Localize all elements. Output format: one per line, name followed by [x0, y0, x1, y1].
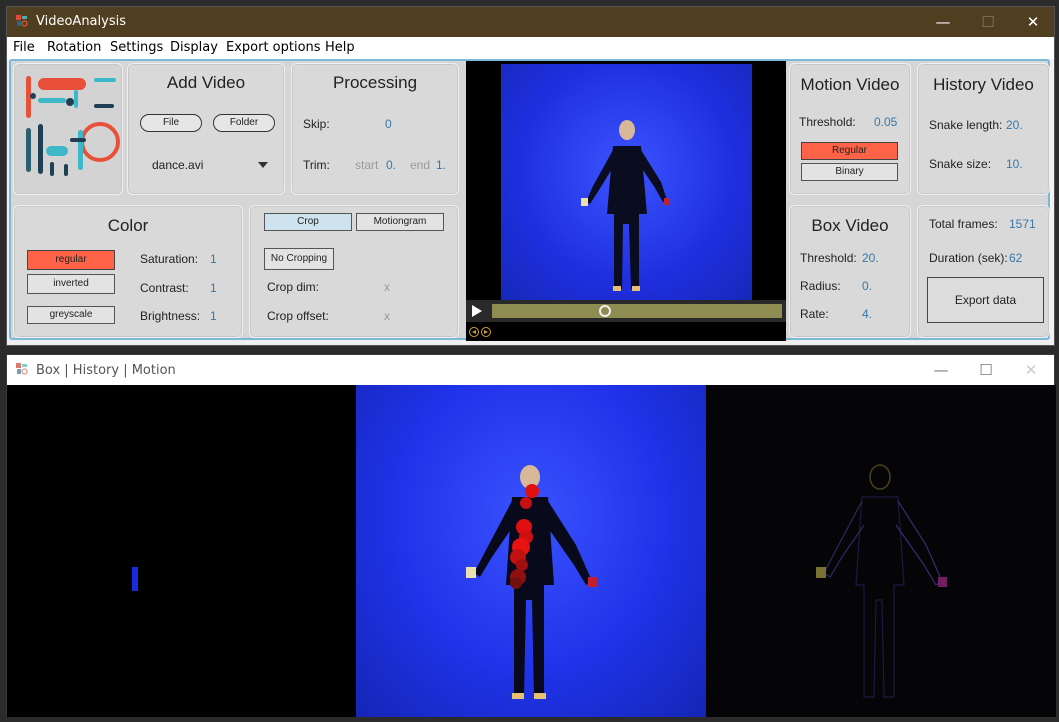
total-frames-value: 1571: [1009, 217, 1036, 231]
snake-length-value[interactable]: 20.: [1006, 118, 1023, 132]
app-logo: [26, 76, 120, 176]
main-window: VideoAnalysis — ☐ ✕ File Rotation Settin…: [6, 6, 1055, 346]
skip-value[interactable]: 0: [385, 117, 392, 131]
snake-size-value[interactable]: 10.: [1006, 157, 1023, 171]
menu-file[interactable]: File: [13, 40, 35, 55]
add-video-title: Add Video: [166, 73, 246, 92]
brightness-value[interactable]: 1: [210, 309, 217, 323]
add-folder-button[interactable]: Folder: [213, 114, 275, 132]
box-video-title: Box Video: [811, 216, 889, 235]
trim-start-value[interactable]: 0.: [386, 158, 396, 172]
total-frames-label: Total frames:: [929, 217, 998, 231]
contrast-label: Contrast:: [140, 281, 189, 295]
saturation-label: Saturation:: [140, 252, 199, 266]
export-data-button[interactable]: Export data: [927, 277, 1044, 323]
trim-end-label: end: [410, 158, 431, 172]
add-file-button[interactable]: File: [140, 114, 202, 132]
tab-crop[interactable]: Crop: [264, 213, 352, 231]
rate-value[interactable]: 4.: [862, 307, 872, 321]
history-dancer-figure: [466, 465, 597, 699]
box-marker: [132, 567, 138, 591]
contrast-value[interactable]: 1: [210, 281, 217, 295]
maximize-button[interactable]: ☐: [963, 355, 1009, 385]
trim-label: Trim:: [303, 158, 330, 172]
crop-dim-value[interactable]: x: [384, 280, 390, 294]
menu-settings[interactable]: Settings: [110, 40, 163, 55]
close-button[interactable]: ✕: [1010, 7, 1056, 37]
skip-label: Skip:: [303, 117, 330, 131]
app-icon: [16, 363, 28, 375]
dancer-figure: [581, 120, 670, 291]
preview-frame: [501, 64, 752, 300]
maximize-button[interactable]: ☐: [965, 7, 1011, 37]
snake-size-label: Snake size:: [929, 157, 992, 171]
second-title-bar[interactable]: Box | History | Motion — ☐ ✕: [7, 355, 1054, 385]
video-output-area: [7, 385, 1056, 717]
trim-start-label: start: [355, 158, 379, 172]
rate-label: Rate:: [800, 307, 829, 321]
selected-video-dropdown[interactable]: dance.avi: [152, 158, 203, 172]
crop-dim-label: Crop dim:: [267, 280, 320, 294]
minimize-button[interactable]: —: [920, 7, 966, 37]
duration-value: 62: [1009, 251, 1023, 265]
motion-binary-button[interactable]: Binary: [801, 163, 898, 181]
play-icon[interactable]: [472, 305, 482, 317]
box-video-panel: Box Video Threshold: 20. Radius: 0. Rate…: [789, 205, 911, 338]
brightness-label: Brightness:: [140, 309, 201, 323]
motion-threshold-label: Threshold:: [799, 115, 856, 129]
greyscale-button[interactable]: greyscale: [27, 306, 115, 324]
stats-panel: Total frames: 1571 Duration (sek): 62 Ex…: [917, 205, 1050, 338]
crop-offset-value[interactable]: x: [384, 309, 390, 323]
duration-label: Duration (sek):: [929, 251, 1008, 265]
close-button[interactable]: ✕: [1008, 355, 1054, 385]
minimize-button[interactable]: —: [918, 355, 964, 385]
history-video-title: History Video: [933, 75, 1034, 94]
chevron-down-icon[interactable]: [258, 162, 268, 168]
progress-track[interactable]: [492, 304, 782, 318]
menu-display[interactable]: Display: [170, 40, 218, 55]
motion-video-panel: Motion Video Threshold: 0.05 Regular Bin…: [789, 63, 911, 195]
progress-thumb[interactable]: [599, 305, 611, 317]
second-window-title: Box | History | Motion: [36, 363, 176, 378]
step-buttons-icon[interactable]: [469, 326, 493, 338]
tab-motiongram[interactable]: Motiongram: [356, 213, 444, 231]
menu-rotation[interactable]: Rotation: [47, 40, 101, 55]
inverted-color-button[interactable]: inverted: [27, 274, 115, 294]
motion-threshold-value[interactable]: 0.05: [874, 115, 897, 129]
box-history-motion-window: Box | History | Motion — ☐ ✕: [6, 354, 1056, 717]
history-video-frame: [356, 385, 706, 717]
motion-video-frame: [706, 385, 1056, 717]
box-threshold-label: Threshold:: [800, 251, 857, 265]
seek-bar: [466, 300, 786, 322]
processing-panel: Processing Skip: 0 Trim: start 0. end 1.: [291, 63, 459, 195]
menu-bar: File Rotation Settings Display Export op…: [7, 37, 1054, 59]
window-title: VideoAnalysis: [36, 14, 126, 29]
crop-offset-label: Crop offset:: [267, 309, 329, 323]
menu-help[interactable]: Help: [325, 40, 355, 55]
trim-end-value[interactable]: 1.: [436, 158, 446, 172]
color-title: Color: [107, 216, 149, 235]
color-panel: Color regular inverted greyscale Saturat…: [13, 205, 243, 338]
workspace: Add Video File Folder dance.avi Processi…: [9, 59, 1050, 341]
motion-dancer-outline: [816, 464, 947, 698]
logo-panel: [13, 63, 123, 195]
add-video-panel: Add Video File Folder dance.avi: [127, 63, 285, 195]
radius-value[interactable]: 0.: [862, 279, 872, 293]
title-bar[interactable]: VideoAnalysis — ☐ ✕: [7, 7, 1054, 37]
menu-export-options[interactable]: Export options: [226, 40, 321, 55]
app-icon: [16, 15, 28, 27]
box-threshold-value[interactable]: 20.: [862, 251, 879, 265]
regular-color-button[interactable]: regular: [27, 250, 115, 270]
box-video-frame: [7, 385, 356, 717]
saturation-value[interactable]: 1: [210, 252, 217, 266]
history-video-panel: History Video Snake length: 20. Snake si…: [917, 63, 1050, 195]
motion-regular-button[interactable]: Regular: [801, 142, 898, 160]
motion-video-title: Motion Video: [800, 75, 900, 94]
crop-panel: Crop Motiongram No Cropping Crop dim: x …: [249, 205, 459, 338]
video-preview: [466, 61, 786, 341]
radius-label: Radius:: [800, 279, 841, 293]
no-cropping-button[interactable]: No Cropping: [264, 248, 334, 270]
processing-title: Processing: [332, 73, 418, 92]
snake-length-label: Snake length:: [929, 118, 1003, 132]
